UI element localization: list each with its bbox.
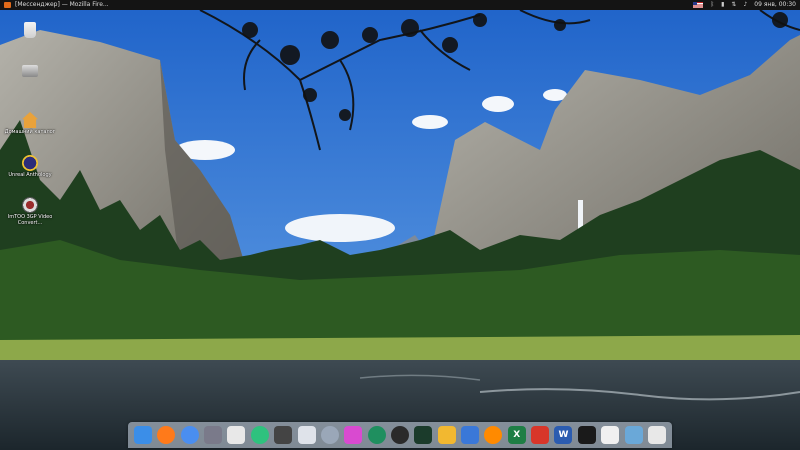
keyboard-layout-flag-icon[interactable] bbox=[693, 2, 704, 8]
dock-item-vlc[interactable] bbox=[484, 426, 503, 444]
dock-item-settings[interactable] bbox=[461, 426, 480, 444]
video-converter-icon bbox=[22, 197, 38, 213]
dock-item-word[interactable]: W bbox=[554, 426, 573, 444]
desktop-icon-label: Unreal Anthology bbox=[8, 172, 52, 178]
dock-item-wps-pdf[interactable] bbox=[531, 426, 550, 444]
desktop-icon-label: Домашний каталог bbox=[4, 129, 56, 135]
hard-drive-icon bbox=[22, 65, 38, 77]
desktop-icon-label: ImTOO 3GP Video Convert... bbox=[7, 214, 53, 226]
dock-item-camera[interactable] bbox=[227, 426, 246, 444]
dock-item-media-player[interactable] bbox=[344, 426, 363, 444]
top-panel: [Мессенджер] — Mozilla Fire... ᛒ ▮ ⇅ ♪ 0… bbox=[0, 0, 800, 10]
dock-item-image-viewer[interactable] bbox=[624, 426, 643, 444]
dock-item-butterfly[interactable] bbox=[320, 426, 339, 444]
excel-icon: X bbox=[513, 430, 521, 440]
active-window-title[interactable]: [Мессенджер] — Mozilla Fire... bbox=[15, 0, 109, 10]
dock-item-folder[interactable] bbox=[297, 426, 316, 444]
dock-item-finder[interactable] bbox=[134, 426, 152, 444]
active-window-icon[interactable] bbox=[4, 2, 11, 8]
dock-item-firefox[interactable] bbox=[157, 426, 176, 444]
network-icon[interactable]: ⇅ bbox=[731, 0, 736, 10]
dock-item-notes[interactable] bbox=[437, 426, 456, 444]
dock-item-console[interactable] bbox=[577, 426, 596, 444]
dock-item-cleaner[interactable] bbox=[204, 426, 223, 444]
desktop-icon-drive[interactable] bbox=[4, 62, 56, 78]
clock[interactable]: 09 янв, 00:30 bbox=[754, 0, 796, 10]
desktop-wallpaper bbox=[0, 0, 800, 450]
dock-item-terminal-round[interactable] bbox=[390, 426, 409, 444]
home-folder-icon bbox=[22, 112, 38, 128]
dock-item-time-machine[interactable] bbox=[367, 426, 386, 444]
dock-item-chromium[interactable] bbox=[180, 426, 199, 444]
desktop-icon-unreal-anthology[interactable]: Unreal Anthology bbox=[4, 155, 56, 178]
word-icon: W bbox=[558, 430, 569, 440]
unreal-logo-icon bbox=[22, 155, 38, 171]
desktop-icon-home[interactable]: Домашний каталог bbox=[4, 112, 56, 135]
dock-item-hdd[interactable] bbox=[274, 426, 293, 444]
trash-icon bbox=[24, 22, 36, 38]
battery-icon[interactable]: ▮ bbox=[721, 0, 724, 10]
dock-item-document[interactable] bbox=[601, 426, 620, 444]
volume-icon[interactable]: ♪ bbox=[743, 0, 747, 10]
dock-item-trash[interactable] bbox=[647, 426, 666, 444]
dock: XW bbox=[128, 422, 672, 448]
dock-item-monitor[interactable] bbox=[414, 426, 433, 444]
bluetooth-icon[interactable]: ᛒ bbox=[710, 0, 714, 10]
desktop-icon-video-converter[interactable]: ImTOO 3GP Video Convert... bbox=[4, 197, 56, 226]
dock-item-app-store[interactable] bbox=[250, 426, 269, 444]
dock-item-excel[interactable]: X bbox=[507, 426, 526, 444]
desktop-icon-trash[interactable] bbox=[4, 22, 56, 39]
